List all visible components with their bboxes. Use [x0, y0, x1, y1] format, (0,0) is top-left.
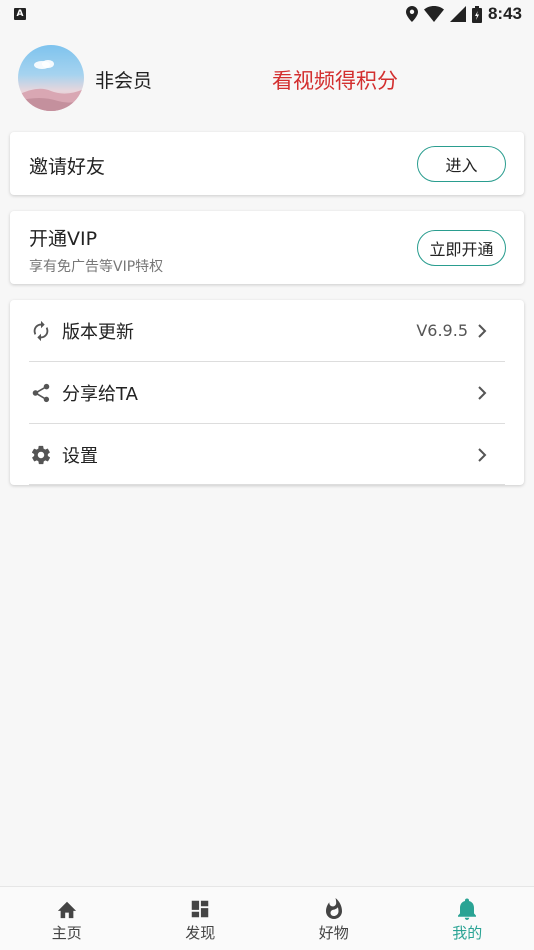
status-bar: A 8:43 — [0, 0, 534, 28]
menu-item-settings[interactable]: 设置 — [10, 424, 524, 485]
vip-subtitle: 享有免广告等VIP特权 — [29, 259, 164, 275]
nav-label: 好物 — [318, 923, 349, 942]
signal-icon — [449, 6, 466, 22]
menu-item-label: 分享给TA — [62, 383, 138, 405]
status-icons: 8:43 — [405, 4, 522, 24]
vip-card[interactable]: 开通VIP 享有免广告等VIP特权 立即开通 — [10, 211, 524, 284]
chevron-right-icon — [476, 447, 488, 463]
menu-item-label: 版本更新 — [62, 321, 134, 343]
invite-friends-card[interactable]: 邀请好友 进入 — [10, 132, 524, 195]
dashboard-icon — [188, 897, 212, 921]
notification-icon: A — [14, 8, 26, 20]
bell-icon — [455, 897, 479, 921]
wifi-icon — [423, 6, 444, 22]
gear-icon — [29, 443, 53, 467]
menu-item-version-update[interactable]: 版本更新 V6.9.5 — [10, 300, 524, 361]
battery-icon — [471, 5, 482, 23]
nav-label: 发现 — [185, 923, 216, 942]
nav-item-mine[interactable]: 我的 — [401, 887, 534, 950]
chevron-right-icon — [476, 385, 488, 401]
location-icon — [405, 6, 418, 22]
chevron-right-icon — [476, 323, 488, 339]
share-icon — [29, 381, 53, 405]
refresh-icon — [29, 319, 53, 343]
nav-item-goods[interactable]: 好物 — [267, 887, 401, 950]
membership-status: 非会员 — [95, 70, 153, 92]
vip-title: 开通VIP — [29, 228, 98, 250]
avatar[interactable] — [18, 45, 84, 111]
nav-label: 主页 — [51, 923, 82, 942]
version-number: V6.9.5 — [416, 321, 468, 340]
status-time: 8:43 — [487, 4, 522, 23]
profile-header: 非会员 看视频得积分 — [0, 42, 534, 114]
bottom-navigation: 主页 发现 好物 我的 — [0, 886, 534, 950]
divider — [29, 484, 505, 485]
settings-menu: 版本更新 V6.9.5 分享给TA 设置 — [10, 300, 524, 485]
home-icon — [55, 897, 79, 921]
invite-friends-title: 邀请好友 — [29, 156, 106, 178]
flame-icon — [322, 897, 346, 921]
nav-label: 我的 — [452, 923, 483, 942]
nav-item-home[interactable]: 主页 — [0, 887, 134, 950]
enter-button[interactable]: 进入 — [417, 146, 506, 182]
menu-item-label: 设置 — [62, 445, 98, 467]
menu-item-share[interactable]: 分享给TA — [10, 362, 524, 423]
open-vip-button[interactable]: 立即开通 — [417, 230, 506, 266]
nav-item-discover[interactable]: 发现 — [134, 887, 268, 950]
watch-video-reward-link[interactable]: 看视频得积分 — [272, 65, 398, 95]
